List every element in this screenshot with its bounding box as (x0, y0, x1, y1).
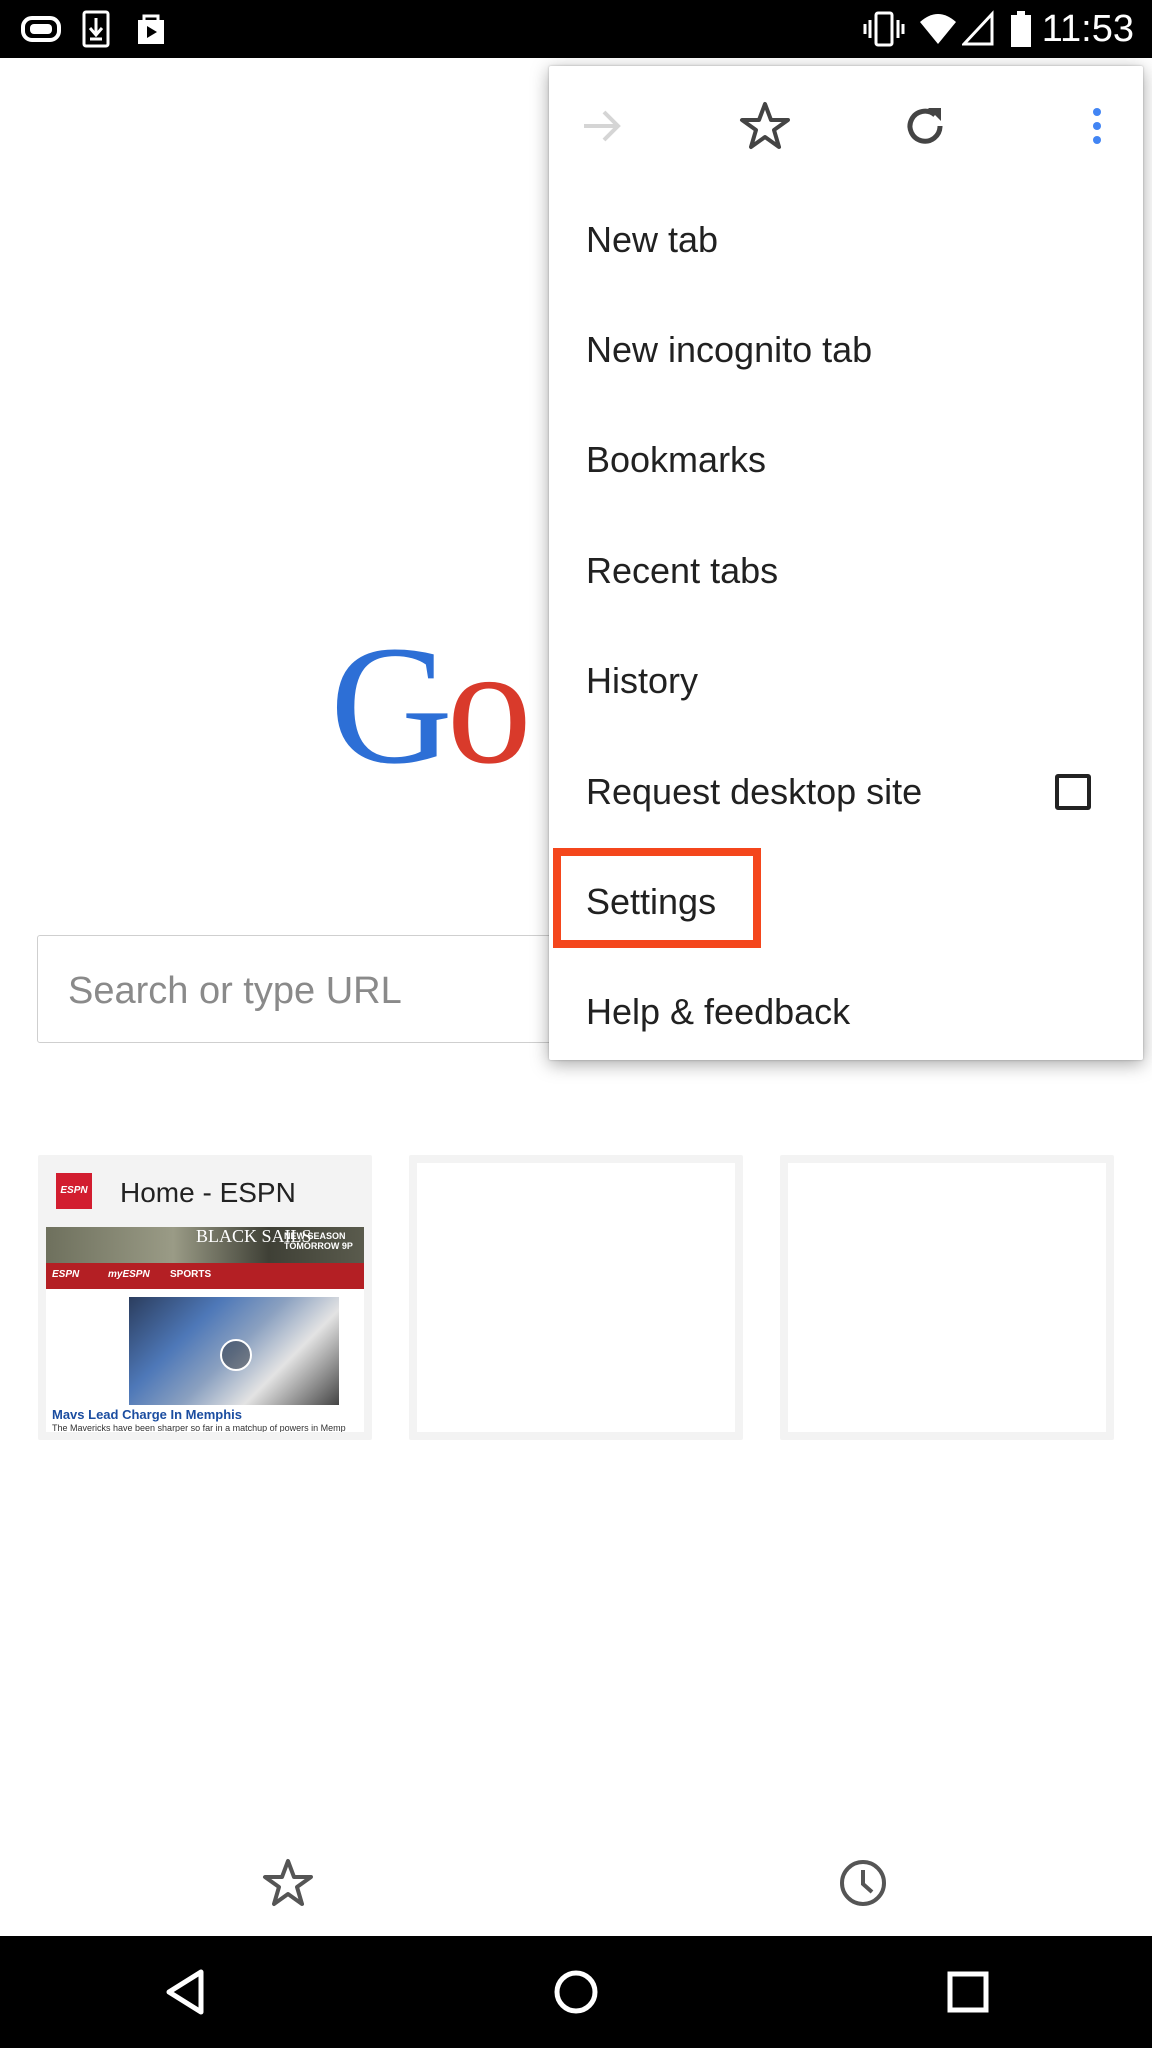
system-nav-bar (0, 1936, 1152, 2048)
most-visited-tile-empty (409, 1155, 743, 1440)
history-clock-icon[interactable] (835, 1855, 891, 1911)
google-logo: Go (330, 620, 532, 790)
menu-item-label: Request desktop site (586, 771, 923, 812)
bookmark-star-icon[interactable] (735, 96, 795, 156)
thumbnail-banner: BLACK SAILS NEW SEASON TOMORROW 9P (46, 1227, 364, 1263)
menu-item-new-tab[interactable]: New tab (549, 186, 1143, 296)
download-icon (82, 10, 110, 48)
menu-item-new-incognito-tab[interactable]: New incognito tab (549, 296, 1143, 406)
signal-icon (962, 10, 994, 46)
menu-item-request-desktop-site[interactable]: Request desktop site (549, 738, 1143, 848)
banner-sub: NEW SEASON TOMORROW 9P (284, 1231, 353, 1251)
battery-icon (1011, 11, 1031, 47)
menu-item-history[interactable]: History (549, 627, 1143, 737)
menu-item-label: Help & feedback (586, 991, 851, 1032)
menu-item-label: New tab (586, 219, 719, 260)
settings-highlight-box (553, 848, 761, 948)
nav-sports: SPORTS (170, 1269, 212, 1280)
home-icon[interactable] (546, 1962, 606, 2022)
nav-myespn: myESPN (108, 1269, 150, 1280)
recents-icon[interactable] (938, 1962, 998, 2022)
menu-item-label: Recent tabs (586, 550, 779, 591)
menu-item-label: History (586, 660, 699, 701)
vibrate-icon (863, 11, 905, 47)
tile-thumbnail: BLACK SAILS NEW SEASON TOMORROW 9P ESPN … (46, 1227, 364, 1432)
menu-item-bookmarks[interactable]: Bookmarks (549, 406, 1143, 516)
espn-favicon-icon: ESPN (56, 1173, 92, 1209)
thumbnail-subtext: The Mavericks have been sharper so far i… (52, 1423, 346, 1432)
most-visited-tile[interactable]: ESPN Home - ESPN BLACK SAILS NEW SEASON … (38, 1155, 372, 1440)
menu-toolbar (549, 66, 1143, 186)
logo-letter-g: G (330, 611, 453, 799)
tile-placeholder (417, 1163, 735, 1432)
clock: 11:53 (1041, 8, 1134, 50)
more-vert-icon[interactable] (1067, 96, 1127, 156)
menu-item-recent-tabs[interactable]: Recent tabs (549, 517, 1143, 627)
status-bar: 11:53 (0, 0, 1152, 58)
thumbnail-navbar: ESPN myESPN SPORTS (46, 1263, 364, 1289)
tile-header: ESPN Home - ESPN (38, 1155, 372, 1227)
menu-item-label: Bookmarks (586, 439, 767, 480)
nav-logo: ESPN (52, 1269, 80, 1280)
thumbnail-headline: Mavs Lead Charge In Memphis (52, 1407, 242, 1422)
back-icon[interactable] (155, 1962, 215, 2022)
bookmarks-star-icon[interactable] (260, 1855, 316, 1911)
wifi-icon (920, 14, 956, 44)
game-controller-icon (21, 16, 61, 42)
search-input[interactable] (66, 962, 570, 1020)
menu-item-label: New incognito tab (586, 329, 873, 370)
most-visited-tile-empty (780, 1155, 1114, 1440)
play-store-icon (138, 14, 164, 44)
tile-title: Home - ESPN (120, 1177, 296, 1208)
request-desktop-checkbox[interactable] (1055, 774, 1091, 810)
tile-placeholder (788, 1163, 1106, 1432)
reload-icon[interactable] (895, 96, 955, 156)
forward-icon[interactable] (572, 96, 632, 156)
menu-item-help-feedback[interactable]: Help & feedback (549, 958, 1143, 1068)
logo-letter-o: o (446, 611, 532, 799)
play-icon (220, 1339, 252, 1371)
